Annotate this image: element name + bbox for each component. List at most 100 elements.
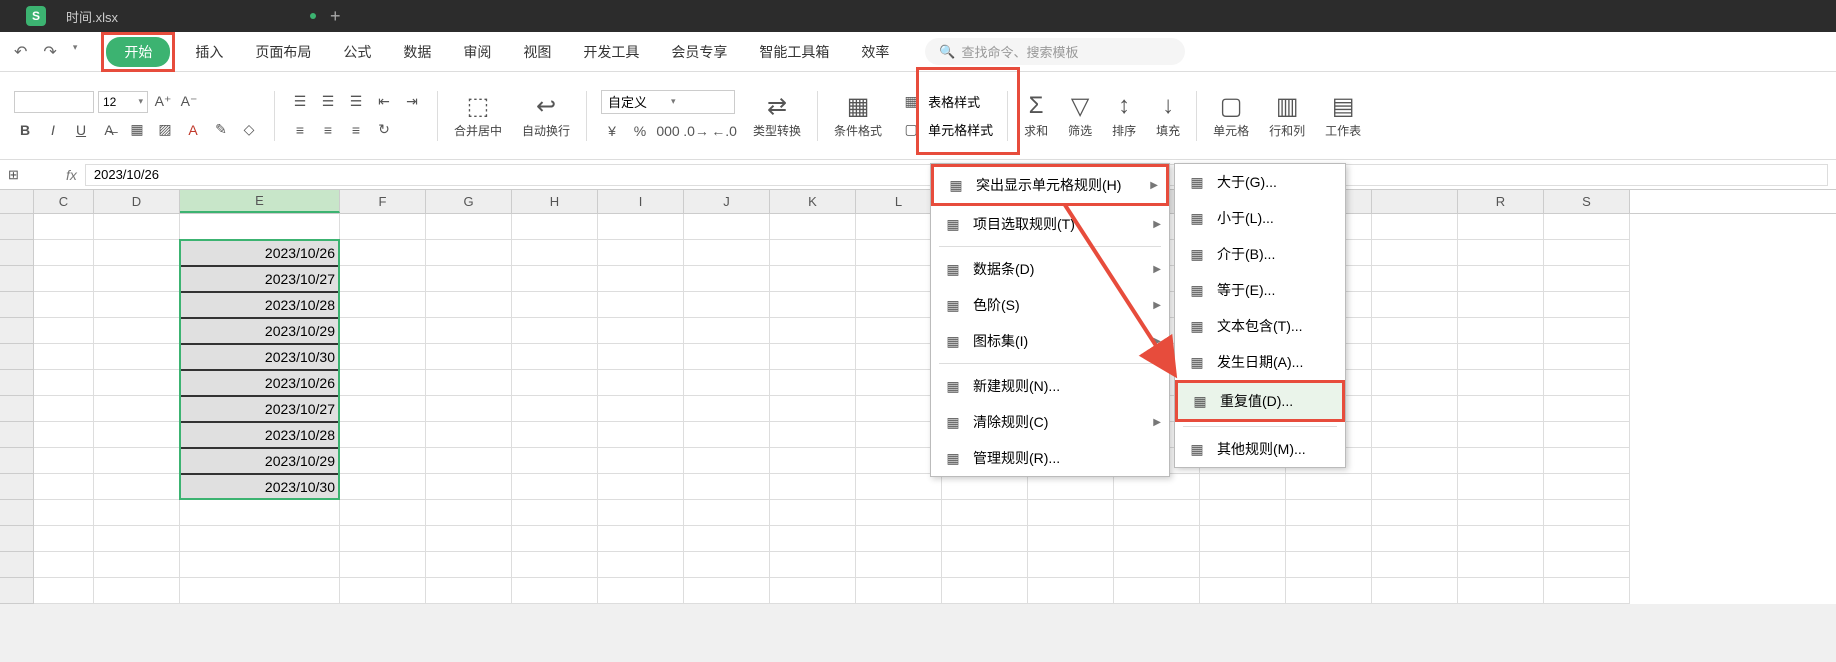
cell[interactable] bbox=[856, 552, 942, 578]
cell[interactable] bbox=[340, 526, 426, 552]
wrap-text-button[interactable]: ↩ 自动换行 bbox=[514, 88, 578, 143]
font-family-input[interactable] bbox=[14, 91, 94, 113]
tab-smart-toolbox[interactable]: 智能工具箱 bbox=[743, 36, 845, 68]
fill-color-icon[interactable]: ▨ bbox=[154, 119, 176, 141]
cell[interactable] bbox=[94, 396, 180, 422]
undo-button[interactable]: ↶ bbox=[10, 40, 31, 64]
align-bottom-icon[interactable]: ☰ bbox=[345, 91, 367, 113]
cell[interactable] bbox=[340, 396, 426, 422]
cell[interactable] bbox=[340, 448, 426, 474]
cell[interactable] bbox=[340, 474, 426, 500]
menu-item[interactable]: ▦图标集(I)▶ bbox=[931, 323, 1169, 359]
cell[interactable] bbox=[770, 474, 856, 500]
row-header[interactable] bbox=[0, 214, 34, 240]
cell[interactable] bbox=[1286, 474, 1372, 500]
cell[interactable] bbox=[426, 552, 512, 578]
cell[interactable] bbox=[180, 526, 340, 552]
menu-item[interactable]: ▦其他规则(M)... bbox=[1175, 431, 1345, 467]
cell[interactable] bbox=[426, 214, 512, 240]
menu-item[interactable]: ▦新建规则(N)... bbox=[931, 368, 1169, 404]
cell[interactable] bbox=[34, 318, 94, 344]
document-tab[interactable]: 时间.xlsx bbox=[54, 0, 130, 32]
cell[interactable] bbox=[94, 578, 180, 604]
row-header[interactable] bbox=[0, 552, 34, 578]
col-header[interactable]: F bbox=[340, 190, 426, 213]
cell[interactable] bbox=[684, 578, 770, 604]
tab-member[interactable]: 会员专享 bbox=[655, 36, 743, 68]
cell[interactable] bbox=[770, 396, 856, 422]
cell[interactable] bbox=[598, 474, 684, 500]
cell[interactable] bbox=[942, 474, 1028, 500]
redo-button[interactable]: ↷ bbox=[39, 40, 60, 64]
cell[interactable] bbox=[426, 344, 512, 370]
cell[interactable] bbox=[598, 214, 684, 240]
cell[interactable]: 2023/10/29 bbox=[180, 318, 340, 344]
cell[interactable] bbox=[1286, 500, 1372, 526]
cell[interactable] bbox=[598, 292, 684, 318]
cell[interactable] bbox=[1544, 240, 1630, 266]
cell[interactable] bbox=[426, 578, 512, 604]
cell[interactable] bbox=[598, 578, 684, 604]
cell[interactable] bbox=[1458, 526, 1544, 552]
cell[interactable] bbox=[180, 214, 340, 240]
indent-decrease-icon[interactable]: ⇤ bbox=[373, 91, 395, 113]
strikethrough-icon[interactable]: A̶ bbox=[98, 119, 120, 141]
col-header[interactable]: C bbox=[34, 190, 94, 213]
align-center-icon[interactable]: ≡ bbox=[317, 119, 339, 141]
cell[interactable] bbox=[512, 292, 598, 318]
cell[interactable] bbox=[684, 552, 770, 578]
comma-icon[interactable]: 000 bbox=[657, 120, 679, 142]
cell[interactable] bbox=[426, 240, 512, 266]
cell[interactable] bbox=[34, 344, 94, 370]
row-header[interactable] bbox=[0, 526, 34, 552]
row-header[interactable] bbox=[0, 422, 34, 448]
col-header[interactable]: R bbox=[1458, 190, 1544, 213]
cell[interactable] bbox=[684, 370, 770, 396]
cell[interactable] bbox=[34, 526, 94, 552]
col-header[interactable] bbox=[1372, 190, 1458, 213]
type-convert-button[interactable]: ⇄ 类型转换 bbox=[745, 88, 809, 143]
row-header[interactable] bbox=[0, 266, 34, 292]
cell[interactable] bbox=[684, 266, 770, 292]
cell[interactable] bbox=[942, 526, 1028, 552]
cell[interactable]: 2023/10/29 bbox=[180, 448, 340, 474]
cell[interactable] bbox=[1458, 240, 1544, 266]
cell[interactable] bbox=[1544, 526, 1630, 552]
cell[interactable] bbox=[1544, 396, 1630, 422]
cell[interactable] bbox=[94, 318, 180, 344]
cell[interactable] bbox=[1372, 214, 1458, 240]
tab-page-layout[interactable]: 页面布局 bbox=[239, 36, 327, 68]
cell[interactable] bbox=[684, 240, 770, 266]
cell[interactable] bbox=[1114, 500, 1200, 526]
cell[interactable] bbox=[1372, 448, 1458, 474]
menu-item[interactable]: ▦项目选取规则(T)▶ bbox=[931, 206, 1169, 242]
cell[interactable] bbox=[942, 552, 1028, 578]
cell[interactable] bbox=[1114, 526, 1200, 552]
cell[interactable] bbox=[34, 370, 94, 396]
cell[interactable] bbox=[1372, 526, 1458, 552]
cell[interactable] bbox=[1028, 526, 1114, 552]
cell[interactable] bbox=[94, 292, 180, 318]
row-header[interactable] bbox=[0, 344, 34, 370]
cell[interactable] bbox=[1372, 500, 1458, 526]
cell[interactable] bbox=[94, 214, 180, 240]
cell[interactable] bbox=[340, 370, 426, 396]
increase-font-icon[interactable]: A⁺ bbox=[152, 91, 174, 113]
cell[interactable] bbox=[770, 526, 856, 552]
cell[interactable] bbox=[770, 292, 856, 318]
cell[interactable] bbox=[942, 500, 1028, 526]
cell[interactable] bbox=[512, 214, 598, 240]
cell[interactable] bbox=[1544, 344, 1630, 370]
cell[interactable] bbox=[1200, 526, 1286, 552]
cell[interactable] bbox=[1458, 370, 1544, 396]
cell[interactable] bbox=[1114, 474, 1200, 500]
bold-icon[interactable]: B bbox=[14, 119, 36, 141]
cell[interactable] bbox=[340, 422, 426, 448]
cell[interactable]: 2023/10/26 bbox=[180, 370, 340, 396]
cell[interactable] bbox=[180, 578, 340, 604]
cell[interactable] bbox=[770, 344, 856, 370]
cell[interactable] bbox=[512, 552, 598, 578]
cell[interactable] bbox=[598, 240, 684, 266]
align-right-icon[interactable]: ≡ bbox=[345, 119, 367, 141]
cell[interactable] bbox=[1200, 578, 1286, 604]
